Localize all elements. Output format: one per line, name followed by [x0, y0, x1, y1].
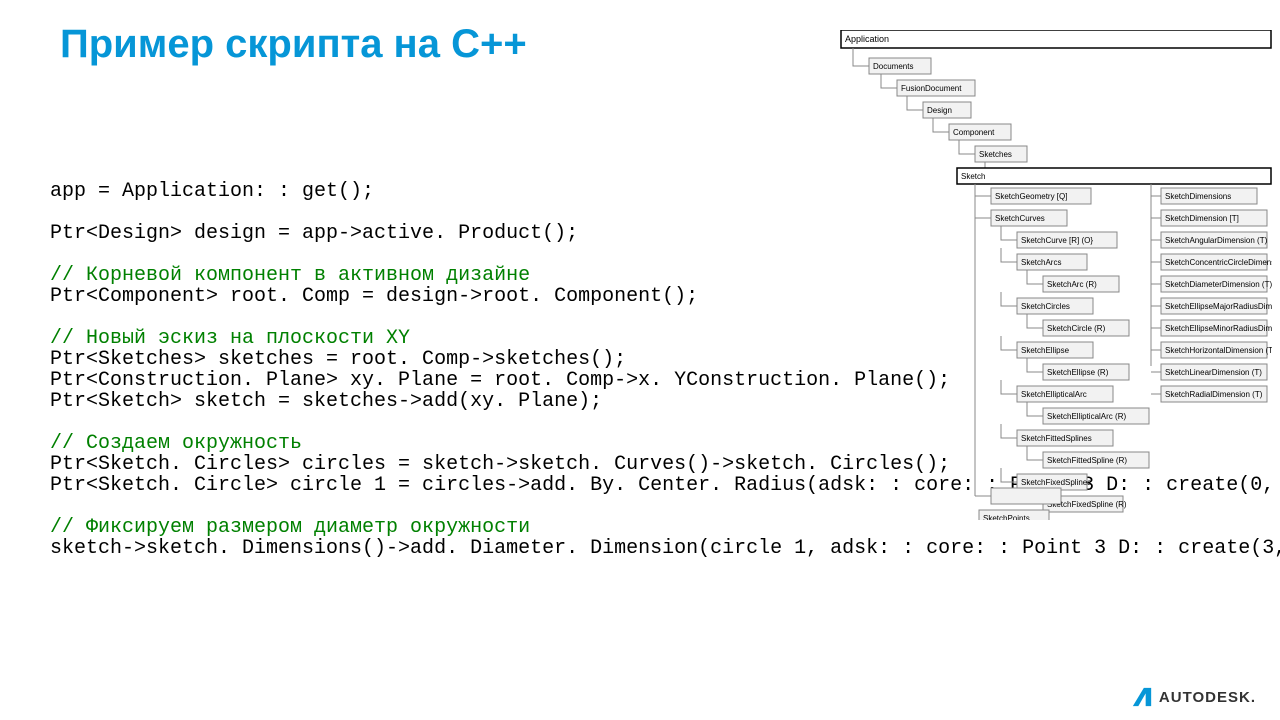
svg-text:SketchConcentricCircleDimensio: SketchConcentricCircleDimension (T)	[1165, 258, 1272, 267]
code-line: Ptr<Sketches> sketches = root. Comp->ske…	[50, 348, 626, 371]
code-comment: // Фиксируем размером диаметр окружности	[50, 516, 530, 539]
code-line: Ptr<Sketch. Circles> circles = sketch->s…	[50, 453, 950, 476]
code-comment: // Создаем окружность	[50, 432, 302, 455]
svg-text:SketchArcs: SketchArcs	[1021, 258, 1061, 267]
svg-text:SketchAngularDimension (T): SketchAngularDimension (T)	[1165, 236, 1268, 245]
diagram-node: Application	[845, 34, 889, 44]
svg-text:SketchEllipse (R): SketchEllipse (R)	[1047, 368, 1109, 377]
svg-text:SketchDimensions: SketchDimensions	[1165, 192, 1231, 201]
svg-text:SketchEllipticalArc (R): SketchEllipticalArc (R)	[1047, 412, 1126, 421]
footer-brand: AUTODESK.	[1131, 686, 1256, 708]
svg-text:Sketches: Sketches	[979, 150, 1012, 159]
svg-text:SketchEllipticalArc: SketchEllipticalArc	[1021, 390, 1087, 399]
svg-text:SketchArc (R): SketchArc (R)	[1047, 280, 1097, 289]
svg-text:FusionDocument: FusionDocument	[901, 84, 962, 93]
brand-name: AUTODESK.	[1159, 689, 1256, 706]
svg-text:SketchCircle (R): SketchCircle (R)	[1047, 324, 1106, 333]
object-model-diagram: Application Documents FusionDocument Des…	[840, 30, 1272, 525]
svg-text:SketchCurves: SketchCurves	[995, 214, 1045, 223]
code-line: Ptr<Design> design = app->active. Produc…	[50, 222, 578, 245]
code-comment: // Новый эскиз на плоскости XY	[50, 327, 410, 350]
svg-text:SketchPoints: SketchPoints	[983, 514, 1030, 520]
code-line: Ptr<Component> root. Comp = design->root…	[50, 285, 698, 308]
code-line: sketch->sketch. Dimensions()->add. Diame…	[50, 537, 1280, 560]
svg-text:SketchEllipse: SketchEllipse	[1021, 346, 1070, 355]
svg-text:Design: Design	[927, 106, 952, 115]
svg-text:Documents: Documents	[873, 62, 913, 71]
svg-text:SketchDiameterDimension (T): SketchDiameterDimension (T)	[1165, 280, 1272, 289]
code-line: Ptr<Construction. Plane> xy. Plane = roo…	[50, 369, 950, 392]
svg-text:SketchEllipseMinorRadiusDimens: SketchEllipseMinorRadiusDimension (T)	[1165, 324, 1272, 333]
svg-text:SketchHorizontalDimension (T): SketchHorizontalDimension (T)	[1165, 346, 1272, 355]
svg-text:SketchCurve [R] (O}: SketchCurve [R] (O}	[1021, 236, 1093, 245]
svg-text:Component: Component	[953, 128, 995, 137]
svg-text:SketchGeometry [Q]: SketchGeometry [Q]	[995, 192, 1067, 201]
svg-text:SketchDimension [T]: SketchDimension [T]	[1165, 214, 1239, 223]
svg-text:SketchCircles: SketchCircles	[1021, 302, 1070, 311]
svg-text:SketchFixedSplines: SketchFixedSplines	[1021, 478, 1091, 487]
code-comment: // Корневой компонент в активном дизайне	[50, 264, 530, 287]
svg-text:SketchLinearDimension (T): SketchLinearDimension (T)	[1165, 368, 1262, 377]
svg-text:Sketch: Sketch	[961, 172, 985, 181]
svg-text:SketchFittedSplines: SketchFittedSplines	[1021, 434, 1092, 443]
autodesk-logo-icon	[1131, 686, 1153, 708]
code-line: app = Application: : get();	[50, 180, 374, 203]
svg-text:SketchRadialDimension (T): SketchRadialDimension (T)	[1165, 390, 1263, 399]
svg-text:SketchFittedSpline (R): SketchFittedSpline (R)	[1047, 456, 1127, 465]
svg-text:SketchEllipseMajorRadiusDimens: SketchEllipseMajorRadiusDimension (T)	[1165, 302, 1272, 311]
code-line: Ptr<Sketch> sketch = sketches->add(xy. P…	[50, 390, 602, 413]
